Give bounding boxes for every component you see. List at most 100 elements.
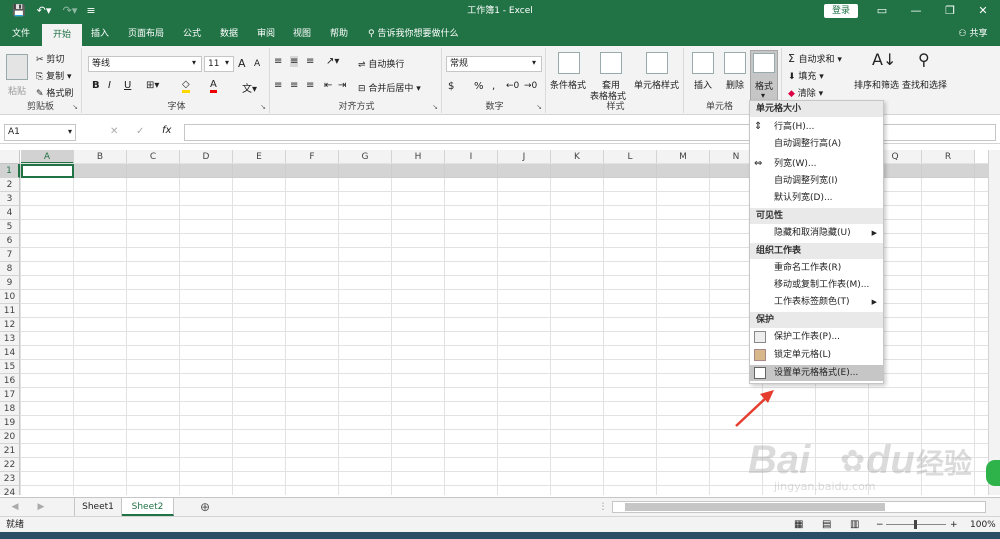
cut-button[interactable]: ✂ 剪切 <box>36 52 64 65</box>
number-format-select[interactable]: 常规 <box>446 56 542 72</box>
merge-center-button[interactable]: ⊟ 合并后居中 ▾ <box>358 81 421 94</box>
orientation-icon[interactable]: ↗▾ <box>326 56 339 67</box>
autosum-button[interactable]: Σ 自动求和 ▾ <box>788 52 842 65</box>
select-all-corner[interactable] <box>0 150 20 164</box>
row-header-12[interactable]: 12 <box>0 318 20 332</box>
menu-rename-sheet[interactable]: 重命名工作表(R) <box>750 260 883 276</box>
zoom-level[interactable]: 100% <box>970 517 996 533</box>
align-center-icon[interactable]: ≡ <box>290 80 298 91</box>
column-header-m[interactable]: M <box>657 150 710 164</box>
align-left-icon[interactable]: ≡ <box>274 80 282 91</box>
menu-format-cells[interactable]: 设置单元格格式(E)... <box>750 365 883 381</box>
row-header-2[interactable]: 2 <box>0 178 20 192</box>
fill-color-button[interactable]: ◇ <box>182 79 190 93</box>
align-right-icon[interactable]: ≡ <box>306 80 314 91</box>
floating-badge[interactable] <box>986 460 1000 486</box>
horizontal-scrollbar[interactable] <box>612 501 986 513</box>
menu-hide-unhide[interactable]: 隐藏和取消隐藏(U) ▶ <box>750 225 883 241</box>
column-header-c[interactable]: C <box>127 150 180 164</box>
row-header-1[interactable]: 1 <box>0 164 20 178</box>
menu-col-width[interactable]: ⇔ 列宽(W)... <box>750 156 883 172</box>
row-header-23[interactable]: 23 <box>0 472 20 486</box>
column-header-b[interactable]: B <box>74 150 127 164</box>
cancel-icon[interactable]: ✕ <box>110 126 118 137</box>
page-break-view-icon[interactable]: ▥ <box>850 517 859 533</box>
column-header-f[interactable]: F <box>286 150 339 164</box>
tab-view[interactable]: 视图 <box>286 22 318 46</box>
comma-button[interactable]: , <box>492 81 495 92</box>
zoom-out-icon[interactable]: − <box>876 517 884 533</box>
row-header-13[interactable]: 13 <box>0 332 20 346</box>
format-painter-button[interactable]: ✎ 格式刷 <box>36 86 73 99</box>
tab-review[interactable]: 审阅 <box>250 22 282 46</box>
insert-function-icon[interactable]: fx <box>162 125 171 136</box>
row-header-4[interactable]: 4 <box>0 206 20 220</box>
restore-button[interactable]: ❐ <box>933 0 967 22</box>
tab-page-layout[interactable]: 页面布局 <box>120 22 172 46</box>
borders-icon[interactable]: ⊞▾ <box>146 80 159 91</box>
row-header-17[interactable]: 17 <box>0 388 20 402</box>
row-header-6[interactable]: 6 <box>0 234 20 248</box>
font-color-button[interactable]: A <box>210 79 217 93</box>
add-sheet-icon[interactable]: ⊕ <box>196 498 214 516</box>
row-header-15[interactable]: 15 <box>0 360 20 374</box>
row-header-10[interactable]: 10 <box>0 290 20 304</box>
row-header-24[interactable]: 24 <box>0 486 20 495</box>
column-header-h[interactable]: H <box>392 150 445 164</box>
sheet-tab-sheet1[interactable]: Sheet1 <box>74 498 122 516</box>
menu-row-height[interactable]: ⇕ 行高(H)... <box>750 119 883 135</box>
active-cell-a1[interactable] <box>21 164 74 178</box>
format-cells-button[interactable]: 格式 ▾ <box>750 50 778 102</box>
menu-autofit-col[interactable]: 自动调整列宽(I) <box>750 173 883 189</box>
cell-styles-button[interactable]: 单元格样式 <box>634 78 679 91</box>
row-header-16[interactable]: 16 <box>0 374 20 388</box>
dialog-launcher-icon[interactable]: ↘ <box>260 103 266 111</box>
dialog-launcher-icon[interactable]: ↘ <box>72 103 78 111</box>
dialog-launcher-icon[interactable]: ↘ <box>432 103 438 111</box>
normal-view-icon[interactable]: ▦ <box>794 517 803 533</box>
paste-button[interactable]: 粘贴 <box>8 84 26 97</box>
scrollbar-thumb[interactable] <box>625 503 885 511</box>
clear-button[interactable]: ◆ 清除 ▾ <box>788 86 823 99</box>
row-header-20[interactable]: 20 <box>0 430 20 444</box>
wrap-text-button[interactable]: ⇌ 自动换行 <box>358 57 404 70</box>
vertical-scrollbar[interactable] <box>988 150 1000 495</box>
tab-data[interactable]: 数据 <box>212 22 246 46</box>
grow-font-button[interactable]: A <box>238 57 246 70</box>
share-button[interactable]: ⚇ 共享 <box>950 22 996 46</box>
zoom-slider-thumb[interactable] <box>914 520 917 529</box>
find-select-button[interactable]: 查找和选择 <box>902 78 947 91</box>
increase-decimal-icon[interactable]: ←0 <box>506 81 519 91</box>
tab-split-handle[interactable]: ⋮ <box>598 498 608 516</box>
row-header-8[interactable]: 8 <box>0 262 20 276</box>
enter-icon[interactable]: ✓ <box>136 126 144 137</box>
dialog-launcher-icon[interactable]: ↘ <box>536 103 542 111</box>
tab-help[interactable]: 帮助 <box>322 22 356 46</box>
decrease-decimal-icon[interactable]: →0 <box>524 81 537 91</box>
insert-cells-button[interactable]: 插入 <box>694 78 712 91</box>
bold-button[interactable]: B <box>92 80 100 91</box>
currency-button[interactable]: $ <box>448 81 454 92</box>
column-header-i[interactable]: I <box>445 150 498 164</box>
prev-sheet-icon[interactable]: ◀ <box>8 498 22 516</box>
menu-lock-cell[interactable]: 锁定单元格(L) <box>750 347 883 363</box>
login-button[interactable]: 登录 <box>824 4 858 18</box>
italic-button[interactable]: I <box>108 80 111 91</box>
font-name-select[interactable]: 等线 <box>88 56 202 72</box>
minimize-button[interactable]: — <box>899 0 933 22</box>
font-size-select[interactable]: 11 <box>204 56 234 72</box>
column-header-d[interactable]: D <box>180 150 233 164</box>
page-layout-view-icon[interactable]: ▤ <box>822 517 831 533</box>
percent-button[interactable]: % <box>474 81 484 92</box>
next-sheet-icon[interactable]: ▶ <box>34 498 48 516</box>
column-header-e[interactable]: E <box>233 150 286 164</box>
sort-filter-button[interactable]: 排序和筛选 <box>854 78 899 91</box>
column-header-k[interactable]: K <box>551 150 604 164</box>
copy-button[interactable]: ⎘ 复制 ▾ <box>36 69 71 82</box>
column-header-a[interactable]: A <box>21 150 74 164</box>
row-header-5[interactable]: 5 <box>0 220 20 234</box>
row-header-3[interactable]: 3 <box>0 192 20 206</box>
phonetic-icon[interactable]: 文▾ <box>242 80 257 95</box>
row-header-7[interactable]: 7 <box>0 248 20 262</box>
column-header-r[interactable]: R <box>922 150 975 164</box>
